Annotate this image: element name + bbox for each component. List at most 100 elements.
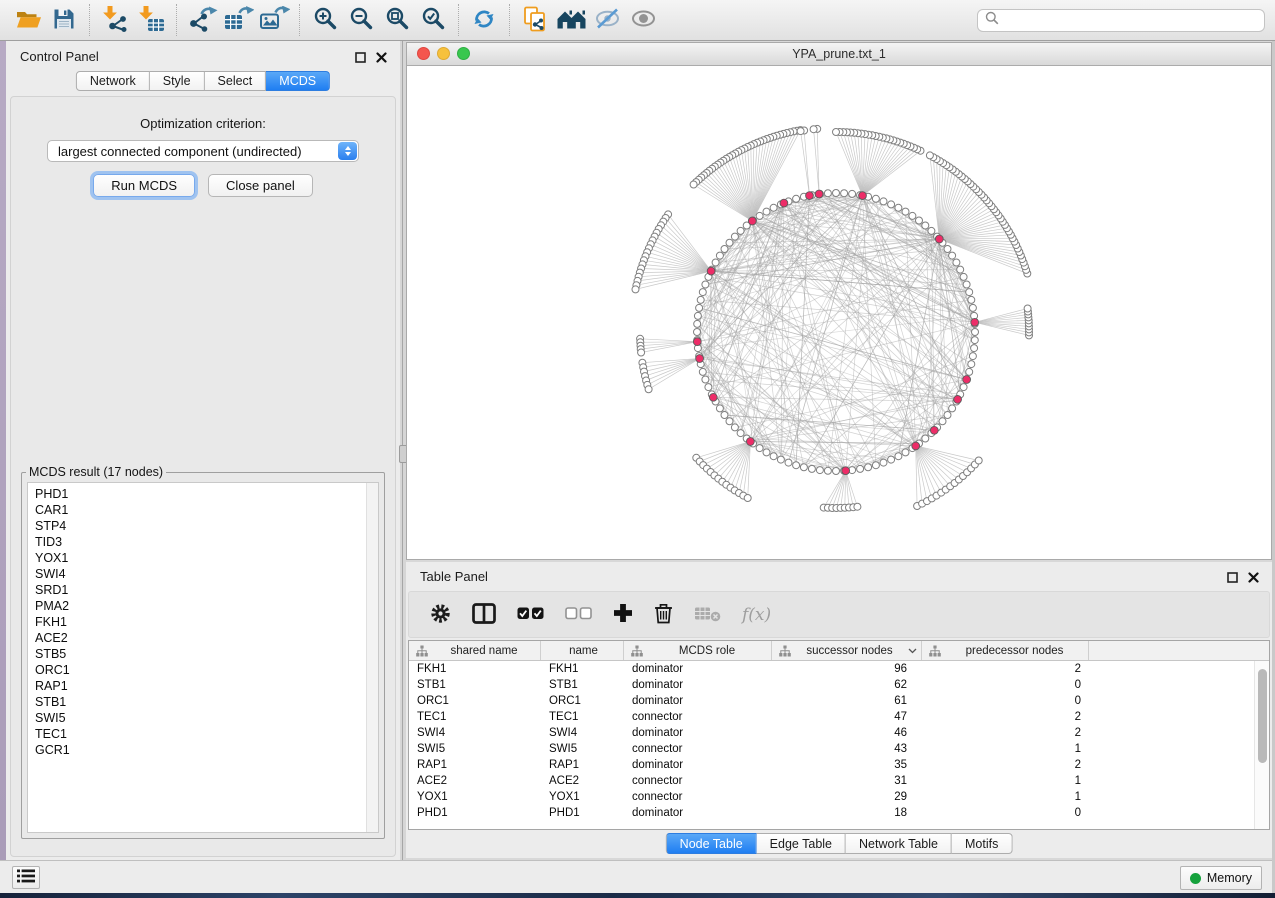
zoom-selected-button[interactable]: [415, 4, 451, 36]
graph-hub-node[interactable]: [709, 393, 717, 401]
graph-node[interactable]: [694, 320, 701, 327]
column-header-mcds-role[interactable]: MCDS role: [624, 641, 772, 660]
table-row[interactable]: STB1STB1dominator620: [409, 677, 1269, 693]
graph-hub-node[interactable]: [935, 235, 943, 243]
mcds-result-item[interactable]: SWI5: [35, 710, 378, 726]
select-all-button[interactable]: [517, 607, 544, 623]
graph-node[interactable]: [824, 467, 831, 474]
graph-node[interactable]: [726, 239, 733, 246]
graph-node[interactable]: [797, 128, 804, 135]
graph-node[interactable]: [895, 204, 902, 211]
table-row[interactable]: ORC1ORC1dominator610: [409, 693, 1269, 709]
tab-mcds[interactable]: MCDS: [266, 71, 330, 91]
graph-node[interactable]: [1024, 305, 1031, 312]
graph-hub-node[interactable]: [693, 338, 701, 346]
graph-hub-node[interactable]: [912, 442, 920, 450]
graph-node[interactable]: [968, 361, 975, 368]
zoom-out-button[interactable]: [343, 4, 379, 36]
graph-node[interactable]: [699, 289, 706, 296]
table-row[interactable]: TEC1TEC1connector472: [409, 709, 1269, 725]
zoom-in-button[interactable]: [307, 4, 343, 36]
graph-hub-node[interactable]: [842, 467, 850, 475]
graph-node[interactable]: [972, 329, 979, 336]
graph-hub-node[interactable]: [748, 217, 756, 225]
graph-node[interactable]: [833, 190, 840, 197]
float-table-panel-icon[interactable]: [1227, 570, 1238, 588]
graph-hub-node[interactable]: [696, 355, 704, 363]
graph-node[interactable]: [726, 418, 733, 425]
graph-node[interactable]: [902, 449, 909, 456]
show-columns-button[interactable]: [472, 603, 496, 627]
mcds-result-item[interactable]: TEC1: [35, 726, 378, 742]
graph-node[interactable]: [909, 212, 916, 219]
graph-node[interactable]: [690, 181, 697, 188]
search-input[interactable]: [1005, 12, 1257, 28]
graph-node[interactable]: [969, 353, 976, 360]
table-scrollbar[interactable]: [1254, 661, 1269, 829]
tab-network[interactable]: Network: [76, 71, 150, 91]
run-mcds-button[interactable]: Run MCDS: [93, 174, 195, 197]
criterion-dropdown[interactable]: largest connected component (undirected): [47, 140, 359, 162]
graph-node[interactable]: [721, 246, 728, 253]
graph-node[interactable]: [880, 459, 887, 466]
network-canvas[interactable]: [407, 66, 1271, 559]
mcds-result-item[interactable]: FKH1: [35, 614, 378, 630]
graph-node[interactable]: [949, 252, 956, 259]
graph-hub-node[interactable]: [963, 376, 971, 384]
column-header-shared-name[interactable]: shared name: [409, 641, 541, 660]
export-image-button[interactable]: [256, 4, 292, 36]
graph-node[interactable]: [969, 304, 976, 311]
graph-node[interactable]: [888, 456, 895, 463]
window-close-button[interactable]: [417, 47, 430, 60]
graph-node[interactable]: [833, 129, 840, 136]
graph-node[interactable]: [926, 152, 933, 159]
memory-button[interactable]: Memory: [1180, 866, 1262, 890]
mcds-result-item[interactable]: SWI4: [35, 566, 378, 582]
result-list-scrollbar[interactable]: [366, 483, 378, 832]
close-panel-button[interactable]: Close panel: [208, 174, 313, 197]
panel-splitter[interactable]: [402, 41, 403, 860]
network-graph[interactable]: [407, 66, 1271, 559]
graph-node[interactable]: [716, 252, 723, 259]
graph-node[interactable]: [810, 126, 817, 133]
mcds-result-item[interactable]: STP4: [35, 518, 378, 534]
graph-node[interactable]: [872, 195, 879, 202]
table-scrollbar-thumb[interactable]: [1258, 669, 1267, 763]
graph-node[interactable]: [816, 467, 823, 474]
graph-hub-node[interactable]: [930, 426, 938, 434]
graph-node[interactable]: [944, 412, 951, 419]
graph-hub-node[interactable]: [971, 318, 979, 326]
table-settings-button[interactable]: [430, 603, 451, 627]
import-network-button[interactable]: [97, 4, 133, 36]
new-network-from-selection-button[interactable]: [517, 4, 553, 36]
graph-hub-node[interactable]: [806, 192, 814, 200]
mcds-result-item[interactable]: PMA2: [35, 598, 378, 614]
mcds-result-item[interactable]: CAR1: [35, 502, 378, 518]
graph-node[interactable]: [975, 457, 982, 464]
graph-node[interactable]: [716, 405, 723, 412]
table-row[interactable]: PHD1PHD1dominator180: [409, 805, 1269, 821]
graph-node[interactable]: [697, 296, 704, 303]
graph-node[interactable]: [800, 464, 807, 471]
table-row[interactable]: FKH1FKH1dominator962: [409, 661, 1269, 677]
graph-node[interactable]: [895, 453, 902, 460]
add-column-button[interactable]: [613, 603, 633, 626]
export-table-button[interactable]: [220, 4, 256, 36]
graph-node[interactable]: [777, 456, 784, 463]
mcds-result-item[interactable]: STB1: [35, 694, 378, 710]
graph-node[interactable]: [922, 222, 929, 229]
graph-node[interactable]: [702, 376, 709, 383]
graph-node[interactable]: [971, 337, 978, 344]
graph-node[interactable]: [902, 208, 909, 215]
fit-content-button[interactable]: [379, 4, 415, 36]
table-row[interactable]: ACE2ACE2connector311: [409, 773, 1269, 789]
task-history-button[interactable]: [12, 866, 40, 889]
graph-node[interactable]: [957, 266, 964, 273]
graph-node[interactable]: [712, 259, 719, 266]
network-window-titlebar[interactable]: YPA_prune.txt_1: [407, 43, 1271, 66]
graph-hub-node[interactable]: [747, 438, 755, 446]
graph-node[interactable]: [638, 349, 645, 356]
graph-node[interactable]: [699, 368, 706, 375]
float-panel-icon[interactable]: [355, 50, 366, 68]
graph-node[interactable]: [960, 384, 967, 391]
